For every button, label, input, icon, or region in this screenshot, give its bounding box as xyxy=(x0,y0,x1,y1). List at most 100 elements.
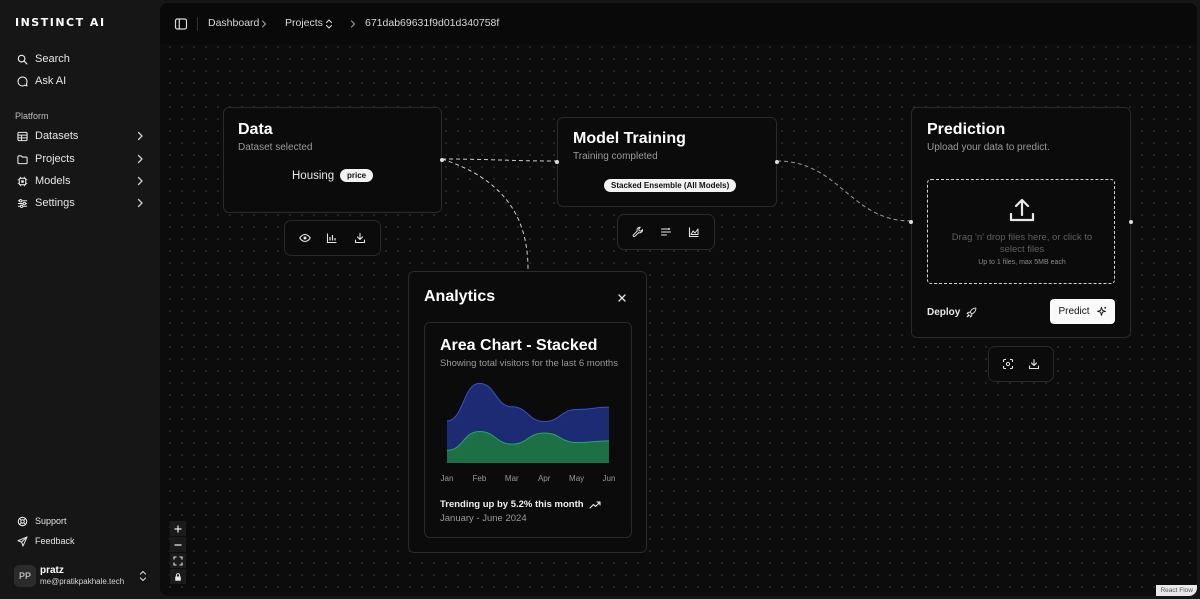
plus-icon xyxy=(174,525,182,532)
download-button[interactable] xyxy=(1024,354,1044,374)
chart-title: Area Chart - Stacked xyxy=(440,337,598,354)
close-icon[interactable] xyxy=(617,293,627,303)
data-node-toolbar xyxy=(284,220,381,256)
edge-data-analytics xyxy=(441,158,529,270)
sidebar: INSTINCT AI Search Ask AI Platform Datas… xyxy=(0,0,160,599)
bar-chart-icon xyxy=(327,233,337,244)
user-name: pratz xyxy=(40,565,64,576)
sidebar-item-projects[interactable]: Projects xyxy=(8,148,152,170)
user-menu[interactable]: PP pratz me@pratikpakhale.tech xyxy=(14,563,154,589)
deploy-label: Deploy xyxy=(927,306,961,318)
chat-bubble-icon xyxy=(15,74,29,88)
chart-card: Area Chart - Stacked Showing total visit… xyxy=(424,322,632,538)
sparkles-icon xyxy=(1096,306,1106,316)
wrench-icon xyxy=(632,226,643,238)
chevrons-up-down-icon xyxy=(139,570,147,582)
chevron-right-icon xyxy=(137,154,143,164)
upload-icon xyxy=(1009,198,1035,222)
download-icon xyxy=(1028,358,1040,370)
rocket-icon xyxy=(966,307,977,317)
user-info: pratz me@pratikpakhale.tech xyxy=(40,565,124,587)
data-node[interactable]: Data Dataset selected Housing price xyxy=(223,107,444,213)
data-node-subtitle: Dataset selected xyxy=(238,142,313,153)
feedback-label: Feedback xyxy=(35,536,75,546)
analytics-panel: Analytics Area Chart - Stacked Showing t… xyxy=(408,271,647,553)
analytics-title: Analytics xyxy=(424,288,496,305)
zoom-out-button[interactable] xyxy=(170,537,186,553)
send-icon xyxy=(15,534,29,548)
metrics-button[interactable] xyxy=(684,222,704,242)
predict-button[interactable]: Predict xyxy=(1050,299,1115,324)
ask-ai-button[interactable]: Ask AI xyxy=(8,70,152,92)
x-tick-label: Jun xyxy=(603,474,616,483)
zoom-in-button[interactable] xyxy=(170,521,186,537)
ask-ai-label: Ask AI xyxy=(35,75,67,87)
prediction-title: Prediction xyxy=(927,121,1006,138)
target-handle[interactable] xyxy=(909,220,913,224)
stats-button[interactable] xyxy=(322,228,342,248)
user-email: me@pratikpakhale.tech xyxy=(40,577,125,586)
source-handle[interactable] xyxy=(775,160,779,164)
avatar: PP xyxy=(14,565,36,587)
chevron-right-icon xyxy=(137,176,143,186)
source-handle[interactable] xyxy=(1129,220,1133,224)
feedback-button[interactable]: Feedback xyxy=(8,530,152,552)
chevron-right-icon xyxy=(137,131,143,141)
sidebar-item-label: Settings xyxy=(35,197,75,209)
search-label: Search xyxy=(35,53,70,65)
sidebar-item-models[interactable]: Models xyxy=(8,170,152,192)
target-badge: price xyxy=(340,169,374,182)
search-button[interactable]: Search xyxy=(8,48,152,70)
scan-icon xyxy=(1002,358,1014,370)
dataset-name: Housing xyxy=(292,170,335,182)
model-training-subtitle: Training completed xyxy=(573,151,658,162)
edge-training-prediction xyxy=(776,160,912,222)
dropzone-text: Drag 'n' drop files here, or click to se… xyxy=(951,232,1093,255)
parameters-button[interactable] xyxy=(656,222,676,242)
source-handle[interactable] xyxy=(440,158,444,162)
sidebar-item-label: Datasets xyxy=(35,130,79,142)
lock-button[interactable] xyxy=(170,569,186,585)
scan-button[interactable] xyxy=(998,354,1018,374)
target-handle[interactable] xyxy=(555,160,559,164)
support-button[interactable]: Support xyxy=(8,510,152,532)
fit-view-icon xyxy=(173,555,183,566)
sidebar-item-settings[interactable]: Settings xyxy=(8,192,152,214)
x-tick-label: Mar xyxy=(505,474,519,483)
support-label: Support xyxy=(35,516,67,526)
view-button[interactable] xyxy=(295,228,315,248)
deploy-button[interactable]: Deploy xyxy=(927,300,977,324)
sidebar-item-datasets[interactable]: Datasets xyxy=(8,125,152,147)
lock-icon xyxy=(175,572,181,581)
configure-button[interactable] xyxy=(628,222,648,242)
model-training-node[interactable]: Model Training Training completed Stacke… xyxy=(555,117,779,207)
minus-icon xyxy=(174,543,182,546)
download-button[interactable] xyxy=(350,228,370,248)
table-icon xyxy=(15,129,29,143)
x-tick-label: Jan xyxy=(441,474,454,483)
chevron-right-icon xyxy=(137,198,143,208)
app: INSTINCT AI Search Ask AI Platform Datas… xyxy=(0,0,1200,599)
dropzone-limit: Up to 1 files, max 5MB each xyxy=(978,259,1066,266)
platform-section-label: Platform xyxy=(15,111,49,121)
chart-subtitle: Showing total visitors for the last 6 mo… xyxy=(440,358,618,369)
area-chart: Jan Feb Mar Apr May Jun xyxy=(441,382,616,483)
date-range: January - June 2024 xyxy=(440,513,527,524)
x-tick-label: Feb xyxy=(473,474,487,483)
prediction-subtitle: Upload your data to predict. xyxy=(927,142,1050,153)
prediction-node[interactable]: Prediction Upload your data to predict. … xyxy=(909,107,1133,338)
trend-label: Trending up by 5.2% this month xyxy=(440,499,584,510)
trending-up-icon xyxy=(589,500,601,509)
trend-text: Trending up by 5.2% this month xyxy=(440,499,601,510)
edge-data-training xyxy=(441,158,558,162)
predict-label: Predict xyxy=(1058,306,1090,317)
fit-view-button[interactable] xyxy=(170,553,186,569)
flow-canvas[interactable]: Dashboard Projects 671dab69631f9d01d3407… xyxy=(160,3,1197,596)
x-tick-label: May xyxy=(569,474,584,483)
react-flow-attribution[interactable]: React Flow xyxy=(1156,585,1197,596)
data-node-title: Data xyxy=(238,121,273,138)
sidebar-item-label: Projects xyxy=(35,153,75,165)
file-dropzone[interactable]: Drag 'n' drop files here, or click to se… xyxy=(927,179,1115,284)
brand-logo: INSTINCT AI xyxy=(15,16,106,29)
folder-icon xyxy=(15,152,29,166)
